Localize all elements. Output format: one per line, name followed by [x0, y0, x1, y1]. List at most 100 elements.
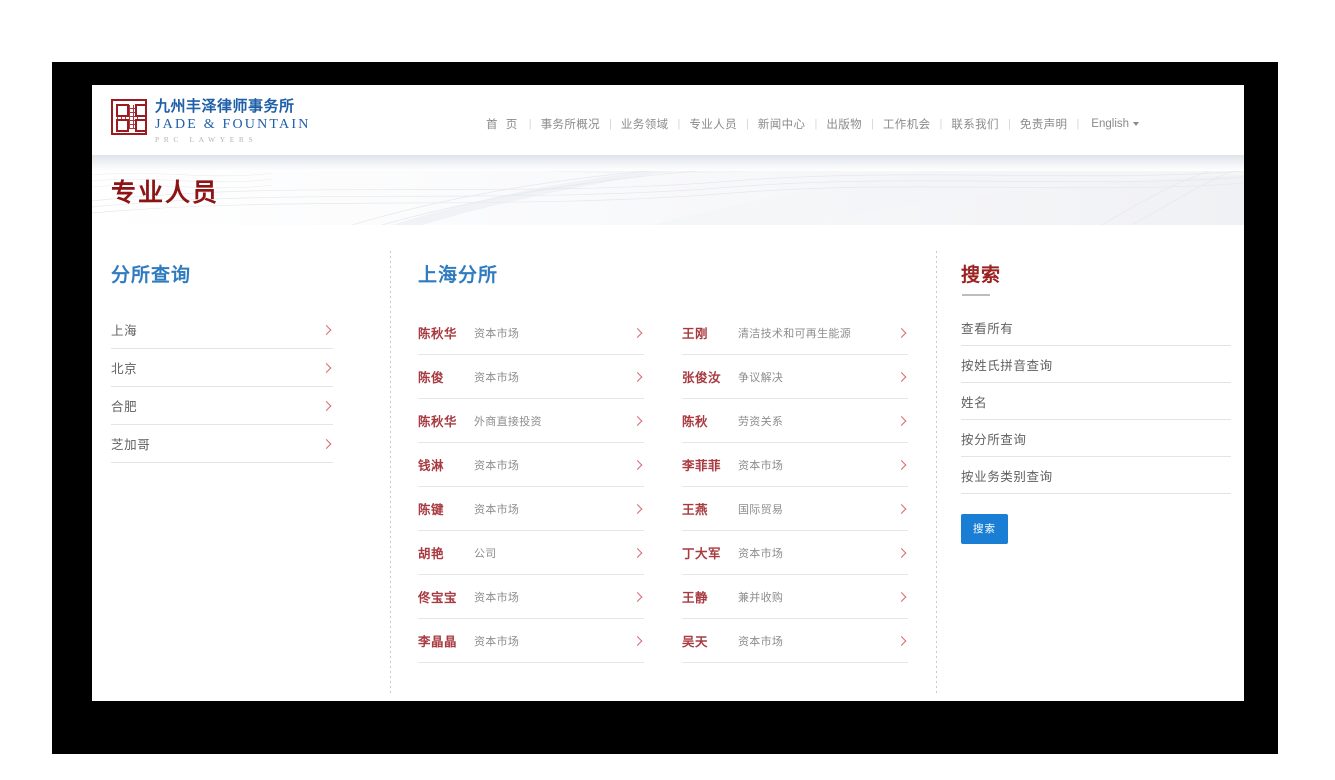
column-divider-right: [936, 251, 937, 695]
logo-tagline: PRC LAWYERS: [155, 135, 258, 144]
branch-item-hefei[interactable]: 合肥: [111, 387, 333, 425]
lawyer-list-item[interactable]: 王刚 清洁技术和可再生能源: [682, 311, 908, 355]
branch-label: 合肥: [111, 400, 138, 414]
chevron-right-icon: [897, 372, 906, 381]
search-option-by-practice[interactable]: 按业务类别查询: [961, 457, 1231, 494]
lawyer-practice-area: 资本市场: [474, 591, 520, 604]
branch-label: 上海: [111, 324, 138, 338]
lawyer-practice-area: 资本市场: [474, 459, 520, 472]
search-option-by-pinyin[interactable]: 按姓氏拼音查询: [961, 346, 1231, 383]
chevron-right-icon: [633, 460, 642, 469]
lawyer-list-item[interactable]: 陈键 资本市场: [418, 487, 644, 531]
chevron-right-icon: [897, 328, 906, 337]
column-divider-left: [390, 251, 391, 695]
chevron-right-icon: [897, 548, 906, 557]
lawyer-list-item[interactable]: 李菲菲 资本市场: [682, 443, 908, 487]
main-content: 分所查询 上海 北京 合肥 芝加哥 上海分所 陈秋华 资本市场 陈俊 资本市场 …: [92, 225, 1244, 695]
nav-item-practice-areas[interactable]: 业务领域: [612, 116, 678, 132]
lawyer-name: 李晶晶: [418, 635, 458, 649]
branch-item-chicago[interactable]: 芝加哥: [111, 425, 333, 463]
lawyer-name: 李菲菲: [682, 459, 722, 473]
lawyer-list-item[interactable]: 钱淋 资本市场: [418, 443, 644, 487]
search-panel: 搜索 查看所有 按姓氏拼音查询 姓名 按分所查询 按业务类别查询 搜索: [961, 260, 1231, 544]
search-button[interactable]: 搜索: [961, 514, 1008, 544]
nav-item-home[interactable]: 首 页: [477, 116, 529, 132]
lawyer-name: 张俊汝: [682, 371, 722, 385]
lawyer-name: 王刚: [682, 327, 709, 341]
lawyer-column-left: 陈秋华 资本市场 陈俊 资本市场 陈秋华 外商直接投资 钱淋 资本市场 陈键 资…: [418, 311, 644, 663]
main-navigation: 首 页 | 事务所概况 | 业务领域 | 专业人员 | 新闻中心 | 出版物 |…: [477, 116, 1140, 132]
chevron-right-icon: [633, 504, 642, 513]
lawyer-practice-area: 资本市场: [738, 547, 784, 560]
lawyer-list-item[interactable]: 陈秋华 资本市场: [418, 311, 644, 355]
branch-item-beijing[interactable]: 北京: [111, 349, 333, 387]
seal-stamp-icon: [111, 99, 147, 135]
lawyer-list-item[interactable]: 陈秋 劳资关系: [682, 399, 908, 443]
nav-item-publications[interactable]: 出版物: [817, 116, 871, 132]
site-logo[interactable]: 九州丰泽律师事务所 JADE & FOUNTAIN PRC LAWYERS: [111, 99, 311, 144]
lawyer-list-item[interactable]: 佟宝宝 资本市场: [418, 575, 644, 619]
banner-shadow: [92, 155, 1244, 171]
lawyer-list-item[interactable]: 王燕 国际贸易: [682, 487, 908, 531]
search-option-view-all[interactable]: 查看所有: [961, 309, 1231, 346]
branch-label: 芝加哥: [111, 438, 151, 452]
chevron-right-icon: [633, 416, 642, 425]
branch-label: 北京: [111, 362, 138, 376]
lawyer-practice-area: 清洁技术和可再生能源: [738, 327, 851, 340]
lawyer-practice-area: 资本市场: [474, 327, 520, 340]
lawyer-list-item[interactable]: 胡艳 公司: [418, 531, 644, 575]
page-title: 专业人员: [111, 179, 220, 207]
language-switcher[interactable]: English: [1079, 118, 1140, 130]
lawyer-practice-area: 兼并收购: [738, 591, 784, 604]
lawyer-practice-area: 资本市场: [474, 371, 520, 384]
lawyer-name: 吴天: [682, 635, 709, 649]
lawyer-practice-area: 资本市场: [738, 635, 784, 648]
lawyer-list-item[interactable]: 丁大军 资本市场: [682, 531, 908, 575]
lawyer-list-item[interactable]: 李晶晶 资本市场: [418, 619, 644, 663]
lawyer-practice-area: 资本市场: [738, 459, 784, 472]
nav-item-professionals[interactable]: 专业人员: [680, 116, 746, 132]
chevron-right-icon: [897, 592, 906, 601]
lawyer-name: 陈键: [418, 503, 445, 517]
lawyers-panel: 上海分所 陈秋华 资本市场 陈俊 资本市场 陈秋华 外商直接投资 钱淋 资本市场…: [418, 260, 908, 663]
search-option-by-branch[interactable]: 按分所查询: [961, 420, 1231, 457]
nav-item-careers[interactable]: 工作机会: [874, 116, 940, 132]
logo-name-cn: 九州丰泽律师事务所: [155, 99, 295, 115]
chevron-right-icon: [633, 328, 642, 337]
lawyer-practice-area: 资本市场: [474, 635, 520, 648]
chevron-right-icon: [633, 592, 642, 601]
chevron-right-icon: [897, 636, 906, 645]
chevron-right-icon: [322, 401, 331, 410]
branch-item-shanghai[interactable]: 上海: [111, 311, 333, 349]
chevron-right-icon: [633, 548, 642, 557]
search-panel-title: 搜索: [961, 260, 1231, 296]
nav-item-news[interactable]: 新闻中心: [749, 116, 815, 132]
lawyer-list-item[interactable]: 陈秋华 外商直接投资: [418, 399, 644, 443]
nav-item-disclaimer[interactable]: 免责声明: [1011, 116, 1077, 132]
lawyer-name: 陈秋华: [418, 327, 458, 341]
logo-name-en: JADE & FOUNTAIN: [155, 117, 311, 132]
lawyer-list-item[interactable]: 张俊汝 争议解决: [682, 355, 908, 399]
lawyer-name: 王静: [682, 591, 709, 605]
branch-panel-title: 分所查询: [111, 265, 192, 286]
language-label: English: [1091, 118, 1130, 130]
chevron-right-icon: [633, 372, 642, 381]
nav-item-contact[interactable]: 联系我们: [942, 116, 1008, 132]
chevron-down-icon: [1133, 121, 1140, 126]
lawyer-name: 丁大军: [682, 547, 722, 561]
nav-item-about[interactable]: 事务所概况: [532, 116, 610, 132]
lawyer-practice-area: 外商直接投资: [474, 415, 542, 428]
lawyer-name: 陈俊: [418, 371, 445, 385]
lawyer-practice-area: 劳资关系: [738, 415, 784, 428]
lawyer-name: 胡艳: [418, 547, 445, 561]
branch-query-panel: 分所查询 上海 北京 合肥 芝加哥: [111, 260, 333, 463]
chevron-right-icon: [633, 636, 642, 645]
lawyer-list-item[interactable]: 吴天 资本市场: [682, 619, 908, 663]
lawyer-list-item[interactable]: 陈俊 资本市场: [418, 355, 644, 399]
lawyer-name: 陈秋: [682, 415, 709, 429]
search-option-name[interactable]: 姓名: [961, 383, 1231, 420]
site-header: 九州丰泽律师事务所 JADE & FOUNTAIN PRC LAWYERS 首 …: [92, 85, 1244, 155]
lawyer-list-item[interactable]: 王静 兼并收购: [682, 575, 908, 619]
lawyer-practice-area: 公司: [474, 547, 497, 560]
chevron-right-icon: [322, 439, 331, 448]
